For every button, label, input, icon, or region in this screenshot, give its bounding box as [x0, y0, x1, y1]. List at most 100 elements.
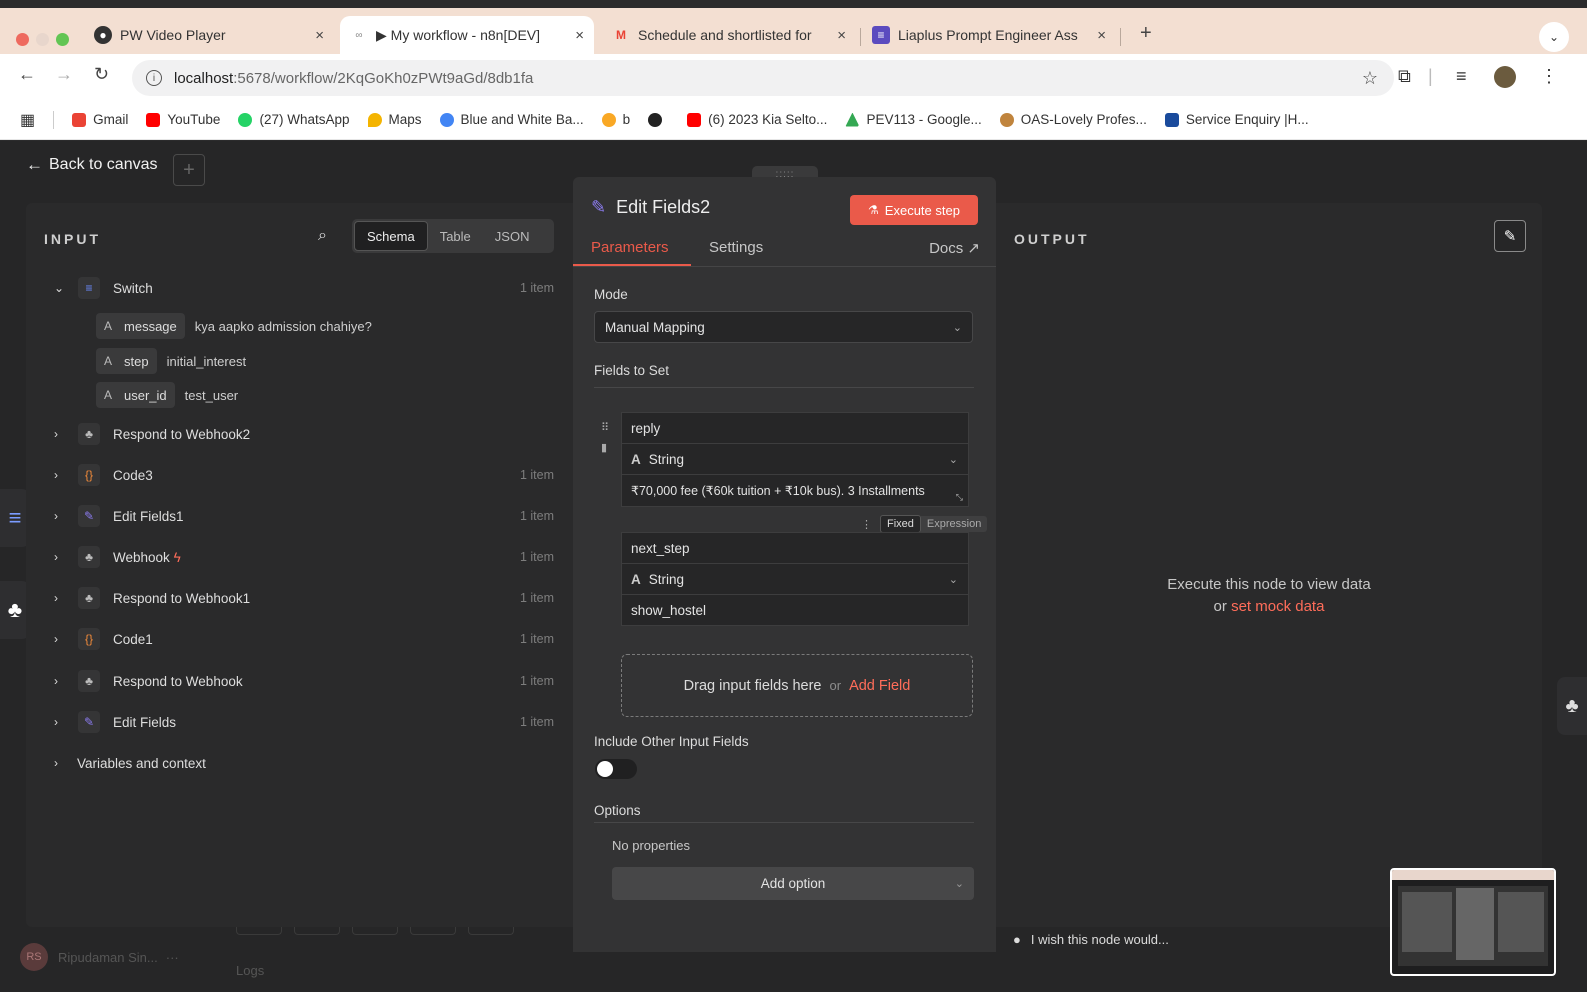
- node-row[interactable]: › ♣ Webhook ϟ 1 item: [26, 542, 576, 572]
- browser-tab-active[interactable]: ∞ ▶ My workflow - n8n[DEV] ×: [340, 16, 594, 54]
- bookmark-youtube[interactable]: YouTube: [146, 112, 220, 127]
- node-row[interactable]: › ♣ Respond to Webhook 1 item: [26, 666, 576, 696]
- more-dots-icon[interactable]: ···: [166, 950, 179, 965]
- bookmark-star-icon[interactable]: ☆: [1362, 68, 1378, 89]
- address-bar[interactable]: i localhost:5678/workflow/2KqGoKh0zPWt9a…: [132, 60, 1394, 96]
- node-row[interactable]: › ✎ Edit Fields 1 item: [26, 707, 576, 737]
- close-tab-icon[interactable]: ×: [315, 27, 324, 44]
- chevron-right-icon[interactable]: ›: [54, 509, 58, 523]
- browser-tab[interactable]: ≡ Liaplus Prompt Engineer Ass ×: [862, 16, 1116, 54]
- minimap-thumbnail[interactable]: [1390, 868, 1556, 976]
- new-tab-button[interactable]: +: [1140, 22, 1152, 45]
- chevron-right-icon[interactable]: ›: [54, 756, 58, 770]
- bookmark-whatsapp[interactable]: (27) WhatsApp: [238, 112, 350, 127]
- tab-settings[interactable]: Settings: [709, 239, 763, 256]
- fixed-option[interactable]: Fixed: [880, 515, 921, 533]
- node-row[interactable]: › ♣ Respond to Webhook1 1 item: [26, 583, 576, 613]
- node-row[interactable]: › ♣ Respond to Webhook2: [26, 419, 576, 449]
- webhook-side-icon[interactable]: ♣: [1557, 677, 1587, 735]
- chevron-right-icon[interactable]: ›: [54, 427, 58, 441]
- bookmark-maps[interactable]: Maps: [367, 112, 422, 127]
- browser-tab[interactable]: ● PW Video Player ×: [84, 16, 334, 54]
- field-key-pill[interactable]: Astep: [96, 348, 157, 374]
- node-row[interactable]: › {} Code3 1 item: [26, 460, 576, 490]
- webhook-icon: ♣: [78, 423, 100, 445]
- field-name-input[interactable]: reply: [621, 412, 969, 444]
- tab-table[interactable]: Table: [428, 221, 483, 251]
- mode-select[interactable]: Manual Mapping ⌄: [594, 311, 973, 343]
- add-option-dropdown[interactable]: Add option ⌄: [612, 867, 974, 900]
- chevron-right-icon[interactable]: ›: [54, 550, 58, 564]
- tab-json[interactable]: JSON: [483, 221, 542, 251]
- drop-zone[interactable]: Drag input fields here or Add Field: [621, 654, 973, 717]
- site-info-icon[interactable]: i: [146, 70, 162, 86]
- close-tab-icon[interactable]: ×: [1097, 27, 1106, 44]
- bookmark-b[interactable]: b: [601, 112, 630, 127]
- add-node-button[interactable]: +: [173, 154, 205, 186]
- chevron-right-icon[interactable]: ›: [54, 468, 58, 482]
- close-tab-icon[interactable]: ×: [575, 27, 584, 44]
- node-title[interactable]: ✎ Edit Fields2: [591, 197, 710, 218]
- include-other-toggle[interactable]: [595, 759, 637, 779]
- bookmark-kia[interactable]: (6) 2023 Kia Selto...: [687, 112, 827, 127]
- field-name-input[interactable]: next_step: [621, 532, 969, 564]
- field-key-pill[interactable]: Amessage: [96, 313, 185, 339]
- tab-schema[interactable]: Schema: [354, 221, 428, 251]
- reading-list-icon[interactable]: ≡: [1456, 66, 1467, 87]
- bookmark-oas[interactable]: OAS-Lovely Profes...: [999, 112, 1147, 127]
- back-arrow-icon[interactable]: ←: [18, 64, 36, 85]
- tab-parameters[interactable]: Parameters: [591, 239, 669, 256]
- forward-arrow-icon[interactable]: →: [55, 64, 73, 85]
- node-row[interactable]: › {} Code1 1 item: [26, 624, 576, 654]
- field-value-input[interactable]: show_hostel: [621, 594, 969, 626]
- chevron-right-icon[interactable]: ›: [54, 674, 58, 688]
- more-dots-icon[interactable]: ⋮: [861, 518, 872, 531]
- schema-field[interactable]: Amessage kya aapko admission chahiye?: [96, 313, 372, 339]
- variables-context-row[interactable]: › Variables and context: [26, 748, 576, 778]
- resize-icon[interactable]: ⤡: [956, 492, 963, 503]
- reload-icon[interactable]: ↻: [94, 64, 109, 85]
- search-icon[interactable]: ⌕: [318, 227, 327, 245]
- logs-label[interactable]: Logs: [236, 963, 264, 978]
- bookmark-service-enquiry[interactable]: Service Enquiry |H...: [1164, 112, 1309, 127]
- browser-menu-icon[interactable]: ⋮: [1540, 66, 1558, 87]
- edit-output-button[interactable]: ✎: [1494, 220, 1526, 252]
- execute-step-button[interactable]: ⚗ Execute step: [850, 195, 978, 225]
- bookmark-github[interactable]: [648, 112, 669, 127]
- chevron-right-icon[interactable]: ›: [54, 591, 58, 605]
- field-value-input[interactable]: ₹70,000 fee (₹60k tuition + ₹10k bus). 3…: [621, 474, 969, 507]
- field-value: test_user: [184, 387, 239, 403]
- node-row-switch[interactable]: ⌄ ≡ Switch 1 item: [26, 273, 576, 303]
- field-type-select[interactable]: A String ⌄: [621, 563, 969, 595]
- schema-field[interactable]: Astep initial_interest: [96, 348, 246, 374]
- close-window-icon[interactable]: [16, 33, 29, 46]
- docs-link[interactable]: Docs ↗: [929, 239, 980, 257]
- profile-avatar[interactable]: [1494, 66, 1516, 88]
- back-to-canvas-button[interactable]: ← Back to canvas: [26, 155, 158, 175]
- chevron-right-icon[interactable]: ›: [54, 715, 58, 729]
- extensions-icon[interactable]: ⧉: [1398, 66, 1411, 87]
- set-mock-data-link[interactable]: set mock data: [1231, 598, 1324, 615]
- minimize-window-icon[interactable]: [36, 33, 49, 46]
- tab-search-button[interactable]: ⌄: [1539, 22, 1569, 52]
- bookmark-pev113[interactable]: PEV113 - Google...: [845, 112, 982, 127]
- field-type-select[interactable]: A String ⌄: [621, 443, 969, 475]
- apps-grid-icon[interactable]: ▦: [20, 110, 35, 130]
- node-row[interactable]: › ✎ Edit Fields1 1 item: [26, 501, 576, 531]
- expression-option[interactable]: Expression: [920, 516, 988, 532]
- chevron-right-icon[interactable]: ›: [54, 632, 58, 646]
- trash-icon[interactable]: ▮: [601, 441, 607, 454]
- maximize-window-icon[interactable]: [56, 33, 69, 46]
- chevron-down-icon[interactable]: ⌄: [54, 281, 64, 295]
- field-key-pill[interactable]: Auser_id: [96, 382, 175, 408]
- user-menu[interactable]: RS Ripudaman Sin... ···: [20, 943, 179, 971]
- bookmark-gmail[interactable]: Gmail: [72, 112, 128, 127]
- drag-handle-icon[interactable]: ⠿: [601, 421, 609, 434]
- schema-field[interactable]: Auser_id test_user: [96, 382, 238, 408]
- feedback-prompt[interactable]: ● I wish this node would...: [1013, 932, 1169, 947]
- close-tab-icon[interactable]: ×: [837, 27, 846, 44]
- bookmark-label: YouTube: [167, 112, 221, 127]
- add-field-link[interactable]: Add Field: [849, 678, 910, 694]
- browser-tab[interactable]: M Schedule and shortlisted for ×: [602, 16, 856, 54]
- bookmark-blue-white[interactable]: Blue and White Ba...: [439, 112, 584, 127]
